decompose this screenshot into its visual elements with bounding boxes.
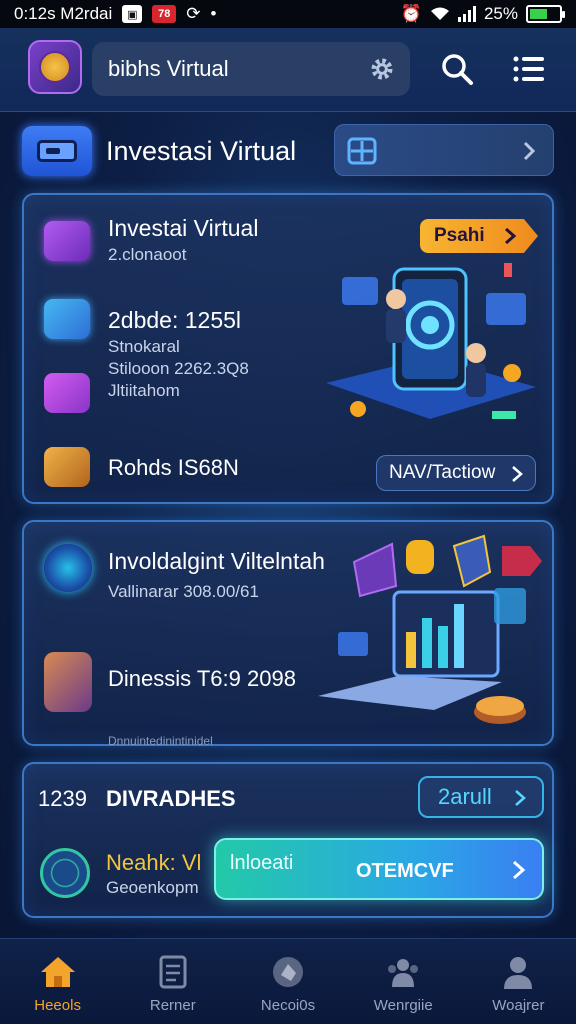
gear-icon[interactable] [368, 55, 396, 83]
compass-icon [40, 848, 90, 898]
app-header: bibhs Virtual [0, 28, 576, 112]
person-icon [504, 957, 533, 989]
chevron-right-icon [515, 790, 526, 806]
card-title: Investai Virtual [108, 215, 259, 241]
card-title: Involdalgint Viltelntah [108, 548, 325, 574]
card-footer-text: Dnnuintedinintinidel [108, 734, 213, 748]
cta-left-label: lnloeati [230, 852, 294, 874]
header-title-bar[interactable]: bibhs Virtual [92, 42, 410, 96]
document-icon [159, 955, 187, 989]
calculator-icon [347, 137, 377, 165]
wallet-button[interactable] [22, 126, 92, 176]
battery-percent: 25% [483, 4, 518, 23]
investment-card: Investai Virtual 2.clonaoot Psahi 2dbde:… [22, 193, 554, 504]
gem-icon [273, 957, 303, 987]
nav-label: Heeols [34, 997, 81, 1014]
wifi-icon [430, 7, 449, 20]
stat-label: Stnokaral [108, 337, 180, 356]
dividend-button-label: 2arull [438, 784, 492, 809]
invest-cta-button[interactable]: lnloeati OTEMCVF [214, 838, 544, 900]
stat-value: Stilooon 2262.3Q8 [108, 359, 249, 378]
notification-badge: 78 [152, 5, 177, 23]
chevron-right-icon [505, 227, 517, 245]
menu-icon[interactable] [512, 52, 546, 86]
bottom-nav: Heeols Rerner Necoi0s Wenrgiie Woajrer [0, 938, 576, 1024]
stat-total: Rohds IS68N [108, 455, 239, 480]
battery-icon [526, 5, 565, 23]
card-action-button[interactable]: Psahi [420, 219, 538, 253]
alarm-icon: ⏰ [400, 4, 422, 23]
stat-line: 2dbde: 1255l [108, 307, 242, 333]
gift-box-icon [44, 299, 90, 339]
package-icon [44, 373, 90, 413]
section-selector[interactable] [334, 124, 554, 176]
nav-community[interactable]: Wenrgiie [346, 939, 461, 1024]
lion-emblem-icon [39, 51, 71, 83]
chevron-right-icon [513, 860, 526, 880]
item-subtitle: Geoenkopm [106, 878, 199, 897]
fox-avatar-icon [44, 652, 92, 712]
wallet-icon [37, 140, 77, 162]
card-subtitle: 2.clonaoot [108, 245, 187, 264]
dividends-card: 1239 DIVRADHES 2arull Neahk: Vl Geoenkop… [22, 762, 554, 918]
group-icon [388, 959, 419, 987]
nav-label: Necoi0s [260, 997, 316, 1014]
treasure-chest-icon [44, 447, 90, 487]
nav-home[interactable]: Heeols [0, 939, 115, 1024]
phone-investor-illustration [326, 263, 536, 419]
card-link-label: NAV/Tactiow [389, 462, 496, 483]
status-bar: 0:12s M2rdai ▣ 78 ⟳ • ⏰ 25% [0, 0, 576, 28]
gallery-icon: ▣ [122, 5, 143, 23]
item-title: Neahk: Vl [106, 850, 202, 875]
dividend-number: 1239 [38, 786, 87, 811]
cta-right-label: OTEMCVF [356, 860, 454, 882]
stat-note: Jltiitahom [108, 381, 180, 400]
card-link-button[interactable]: NAV/Tactiow [376, 455, 536, 491]
nav-profile[interactable]: Woajrer [461, 939, 576, 1024]
nav-reports[interactable]: Rerner [115, 939, 230, 1024]
search-icon[interactable] [440, 52, 474, 86]
target-icon [44, 544, 92, 592]
section-title: Investasi Virtual [106, 136, 297, 166]
nav-label: Rerner [149, 997, 196, 1014]
signal-icon [457, 6, 476, 22]
card-subtitle: Vallinarar 308.00/61 [108, 582, 259, 601]
header-title: bibhs Virtual [108, 56, 229, 81]
sync-icon: ⟳ [186, 4, 201, 23]
section-header: Investasi Virtual [22, 124, 554, 178]
dividend-title: DIVRADHES [106, 786, 236, 811]
nav-label: Wenrgiie [373, 997, 433, 1014]
arrow-tag-icon [502, 546, 542, 576]
chevron-right-icon [512, 466, 523, 482]
card-action-label: Psahi [434, 225, 485, 246]
nav-label: Woajrer [492, 997, 545, 1014]
app-logo[interactable] [28, 40, 82, 94]
vr-headset-icon [44, 221, 90, 261]
chevron-right-icon [523, 141, 536, 161]
laptop-chart-illustration [318, 534, 526, 724]
home-icon [40, 957, 75, 987]
dividend-button[interactable]: 2arull [418, 776, 544, 818]
dot-icon: • [210, 4, 217, 23]
stat-line: Dinessis T6:9 2098 [108, 666, 296, 691]
nav-markets[interactable]: Necoi0s [230, 939, 345, 1024]
status-time: 0:12s M2rdai [14, 4, 113, 23]
analytics-card: Involdalgint Viltelntah Vallinarar 308.0… [22, 520, 554, 748]
